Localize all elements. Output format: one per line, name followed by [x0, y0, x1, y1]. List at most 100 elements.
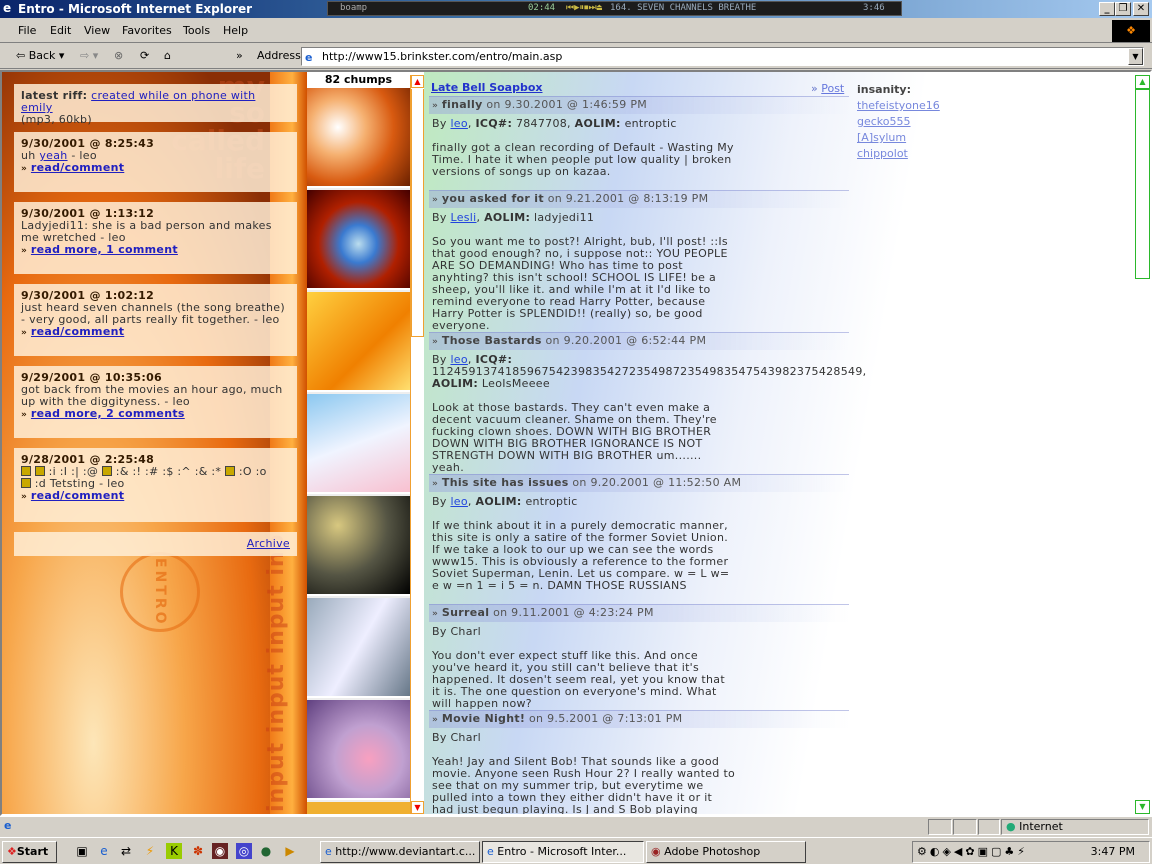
restore-button[interactable]: ❐ [1115, 2, 1131, 16]
thumbnail-image[interactable] [307, 496, 410, 596]
thumbnail-image[interactable] [307, 88, 410, 188]
tray-icons[interactable]: ⚙◐◈◀✿▣▢♣⚡ [917, 842, 1028, 862]
player-track-time: 3:46 [863, 3, 885, 13]
by-label: By [432, 117, 451, 130]
soapbox-post: » you asked for it on 9.21.2001 @ 8:13:1… [429, 190, 849, 332]
news-text: :O :o [235, 465, 267, 478]
read-more-link[interactable]: read more, 2 comments [31, 407, 185, 420]
address-url: http://www15.brinkster.com/entro/main.as… [322, 50, 563, 63]
soapbox-title[interactable]: Late Bell Soapbox [431, 81, 543, 94]
menu-tools[interactable]: Tools [183, 24, 210, 37]
news-item: 9/29/2001 @ 10:35:06 got back from the m… [14, 366, 297, 438]
author-link[interactable]: leo [450, 495, 467, 508]
menu-help[interactable]: Help [223, 24, 248, 37]
thumbnail-image[interactable] [307, 292, 410, 392]
user-link[interactable]: [A]sylum [857, 130, 940, 146]
media-player[interactable]: boamp 02:44 ⏮▶⏸⏹⏭⏏ 164. SEVEN CHANNELS B… [327, 1, 902, 16]
aolim-label: AOLIM: [484, 211, 531, 224]
quicklaunch-icon[interactable]: ◎ [236, 843, 252, 859]
post-body: You don't ever expect stuff like this. A… [432, 649, 725, 710]
post-header: » Surreal on 9.11.2001 @ 4:23:24 PM [429, 604, 849, 622]
stop-icon[interactable]: ⊗ [114, 49, 123, 62]
read-comment-link[interactable]: read/comment [31, 161, 124, 174]
close-button[interactable]: ✕ [1133, 2, 1149, 16]
quicklaunch-icon[interactable]: K [166, 843, 182, 859]
thumbnail-image[interactable] [307, 700, 410, 800]
quicklaunch-icon[interactable]: ✽ [190, 843, 206, 859]
post-title: Those Bastards [441, 334, 542, 347]
task-button[interactable]: e http://www.deviantart.c... [320, 841, 480, 863]
user-link[interactable]: chippolot [857, 146, 940, 162]
player-track: 164. SEVEN CHANNELS BREATHE [610, 3, 757, 13]
quicklaunch-icon[interactable]: ⇄ [118, 843, 134, 859]
photoshop-quicklaunch-icon[interactable]: ◉ [212, 843, 228, 859]
forward-button[interactable]: ⇨ ▾ [80, 49, 98, 62]
ie-quicklaunch-icon[interactable]: e [96, 843, 112, 859]
scrollbar-thumb[interactable] [1135, 89, 1150, 279]
quicklaunch-icon[interactable]: ● [258, 843, 274, 859]
user-link[interactable]: gecko555 [857, 114, 940, 130]
arrow-icon: » [432, 195, 439, 205]
refresh-icon[interactable]: ⟳ [140, 49, 149, 62]
post-body: So you want me to post?! Alright, bub, I… [432, 235, 728, 332]
menu-view[interactable]: View [84, 24, 110, 37]
scroll-down-arrow-icon[interactable]: ▼ [1135, 800, 1150, 814]
post-link[interactable]: Post [821, 82, 844, 95]
image-strip-scrollbar[interactable]: ▲ ▼ [410, 75, 424, 814]
thumbnail-image[interactable] [307, 190, 410, 290]
aolim-value: entroptic [525, 495, 578, 508]
scroll-down-arrow-icon[interactable]: ▼ [411, 801, 424, 814]
menu-file[interactable]: File [18, 24, 36, 37]
quicklaunch-icon[interactable]: ▶ [282, 843, 298, 859]
thumbnail-image[interactable] [307, 802, 410, 814]
scroll-up-arrow-icon[interactable]: ▲ [1135, 75, 1150, 89]
menu-edit[interactable]: Edit [50, 24, 71, 37]
quicklaunch-icon[interactable]: ▣ [74, 843, 90, 859]
read-comment-link[interactable]: read/comment [31, 489, 124, 502]
riff-meta: (mp3, 60kb) [21, 113, 92, 126]
player-controls[interactable]: ⏮▶⏸⏹⏭⏏ [566, 2, 602, 15]
scrollbar-thumb[interactable] [411, 89, 424, 337]
archive-link[interactable]: Archive [247, 537, 290, 550]
start-label: Start [16, 845, 49, 858]
start-button[interactable]: ❖Start [2, 841, 57, 863]
post-title: Movie Night! [441, 712, 526, 725]
home-icon[interactable]: ⌂ [164, 49, 171, 62]
back-button[interactable]: ⇦ Back ▾ [16, 49, 64, 62]
arrow-icon: » [432, 609, 439, 619]
ie-page-icon: e [305, 51, 313, 64]
news-item: 9/30/2001 @ 1:02:12 just heard seven cha… [14, 284, 297, 356]
minimize-button[interactable]: _ [1099, 2, 1115, 16]
news-item: 9/30/2001 @ 8:25:43 uh yeah - leo » read… [14, 132, 297, 192]
thumbnail-image[interactable] [307, 598, 410, 698]
arrow-icon: » [21, 492, 28, 502]
page-status-icon: e [4, 819, 12, 832]
address-dropdown-button[interactable]: ▼ [1128, 48, 1143, 65]
thumbnail-image[interactable] [307, 394, 410, 494]
post-body: If we think about it in a purely democra… [432, 519, 730, 592]
post-title: Surreal [441, 606, 490, 619]
toolbar-chevron[interactable]: » [236, 49, 243, 62]
author-link[interactable]: leo [450, 117, 467, 130]
author-link[interactable]: Lesli [450, 211, 476, 224]
address-input[interactable]: e http://www15.brinkster.com/entro/main.… [301, 47, 1144, 66]
menu-favorites[interactable]: Favorites [122, 24, 172, 37]
clock: 3:47 PM [1090, 845, 1135, 858]
soapbox-post: » Those Bastards on 9.20.2001 @ 6:52:44 … [429, 332, 866, 474]
page-scrollbar[interactable]: ▲ ▼ [1135, 75, 1150, 814]
read-more-link[interactable]: read more, 1 comment [31, 243, 178, 256]
post-header: » Those Bastards on 9.20.2001 @ 6:52:44 … [429, 332, 849, 350]
windows-flag-icon: ❖ [7, 845, 17, 858]
by-label: By [432, 211, 451, 224]
arrow-icon: » [432, 337, 439, 347]
news-item: 9/28/2001 @ 2:25:48 :i :I :| :@ :& :! :#… [14, 448, 297, 522]
smiley-icon [21, 478, 31, 488]
smiley-icon [34, 466, 45, 476]
user-link[interactable]: thefeistyone16 [857, 98, 940, 114]
read-comment-link[interactable]: read/comment [31, 325, 124, 338]
scroll-up-arrow-icon[interactable]: ▲ [411, 75, 424, 88]
quicklaunch-icon[interactable]: ⚡ [142, 843, 158, 859]
task-button[interactable]: ◉ Adobe Photoshop [646, 841, 806, 863]
by-label: By [432, 731, 451, 744]
task-button-active[interactable]: e Entro - Microsoft Inter... [482, 841, 644, 863]
